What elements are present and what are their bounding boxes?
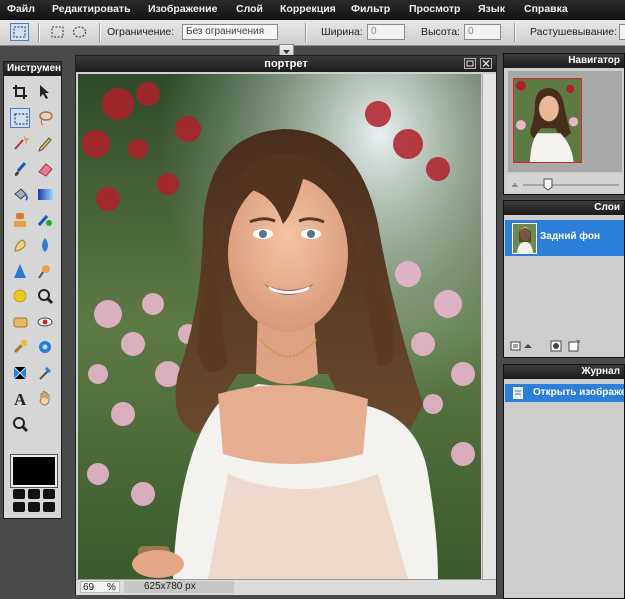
menu-language[interactable]: Язык	[478, 3, 505, 15]
portrait-photo	[78, 74, 481, 579]
ellipse-select-icon[interactable]	[70, 23, 89, 41]
color-replace-icon[interactable]	[35, 210, 55, 230]
menu-edit[interactable]: Редактировать	[52, 3, 131, 15]
new-layer-icon[interactable]	[568, 339, 580, 355]
brush-icon[interactable]	[10, 159, 30, 179]
type-icon[interactable]: A	[10, 388, 30, 408]
smudge-icon[interactable]	[10, 235, 30, 255]
history-item[interactable]: Открыть изображение	[505, 384, 624, 402]
blur-icon[interactable]	[35, 235, 55, 255]
gradient-icon[interactable]	[35, 184, 55, 204]
zoom-value: 69	[83, 582, 95, 593]
menu-layer[interactable]: Слой	[236, 3, 263, 15]
navigator-title: Навигатор	[504, 54, 624, 68]
menu-image[interactable]: Изображение	[148, 3, 217, 15]
vertical-scrollbar[interactable]	[482, 74, 496, 579]
layers-title: Слои	[504, 201, 624, 215]
sponge-icon[interactable]	[10, 312, 30, 332]
document-status-bar: 69 % 625x780 px	[76, 579, 496, 595]
zoom-unit: %	[107, 582, 116, 593]
menu-help[interactable]: Справка	[524, 3, 568, 15]
navigator-thumbnail[interactable]	[513, 78, 582, 163]
eyedropper-icon[interactable]	[35, 363, 55, 383]
menu-view[interactable]: Просмотр	[409, 3, 460, 15]
layers-footer	[508, 339, 623, 353]
svg-text:A: A	[14, 390, 27, 407]
lasso-icon[interactable]	[35, 108, 55, 128]
layer-settings-icon[interactable]	[510, 340, 532, 355]
burn-icon[interactable]	[10, 286, 30, 306]
history-item-label: Открыть изображение	[533, 387, 624, 398]
width-input[interactable]: 0	[367, 24, 405, 40]
height-label: Высота:	[421, 26, 460, 38]
navigator-zoom-bar	[507, 174, 623, 192]
layer-mask-icon[interactable]	[550, 340, 562, 355]
eraser-icon[interactable]	[35, 159, 55, 179]
history-title: Журнал	[504, 365, 624, 379]
feather-label: Растушевывание:	[530, 26, 618, 38]
image-size: 625x780 px	[124, 581, 234, 593]
tools-panel-title: Инструменты	[4, 62, 61, 76]
magic-wand-icon[interactable]	[10, 133, 30, 153]
pencil-icon[interactable]	[35, 133, 55, 153]
menu-bar: Файл Редактировать Изображение Слой Корр…	[0, 0, 625, 20]
width-label: Ширина:	[321, 26, 363, 38]
sharpen-icon[interactable]	[10, 261, 30, 281]
red-eye-icon[interactable]	[35, 312, 55, 332]
document-title: портрет	[76, 56, 496, 72]
layers-panel: Слои Задний фон	[503, 200, 625, 358]
zoom-icon[interactable]	[35, 286, 55, 306]
history-panel: Журнал Открыть изображение	[503, 364, 625, 599]
layer-item[interactable]: Задний фон	[505, 220, 624, 256]
crop-icon[interactable]	[10, 82, 30, 102]
paint-bucket-icon[interactable]	[10, 184, 30, 204]
history-open-icon	[513, 387, 523, 402]
move-icon[interactable]	[35, 82, 55, 102]
clone-stamp-icon[interactable]	[10, 210, 30, 230]
zoom-out-icon[interactable]	[10, 414, 30, 434]
marquee-icon[interactable]	[10, 107, 30, 128]
marquee-tool-icon[interactable]	[10, 23, 29, 41]
height-input[interactable]: 0	[464, 24, 501, 40]
primary-color-swatch[interactable]	[11, 455, 57, 487]
navigator-panel: Навигатор	[503, 53, 625, 195]
pinch-icon[interactable]	[10, 363, 30, 383]
rect-select-icon[interactable]	[48, 23, 67, 41]
image-canvas[interactable]	[78, 74, 481, 579]
tools-panel: Инструменты A	[3, 61, 62, 519]
color-mini-grid	[12, 488, 56, 514]
layer-thumbnail	[512, 223, 537, 254]
layer-name: Задний фон	[540, 231, 601, 242]
menu-file[interactable]: Файл	[7, 3, 35, 15]
document-window: портрет 69 % 625x780 px	[75, 55, 497, 595]
constraint-label: Ограничение:	[107, 26, 175, 38]
dodge-icon[interactable]	[35, 261, 55, 281]
maximize-icon[interactable]	[464, 58, 476, 69]
menu-adjustments[interactable]: Коррекция	[280, 3, 336, 15]
feather-input[interactable]	[619, 24, 625, 40]
hand-icon[interactable]	[35, 388, 55, 408]
zoom-input[interactable]: 69 %	[80, 581, 120, 593]
close-icon[interactable]	[480, 58, 492, 69]
constraint-select[interactable]: Без ограничения	[182, 24, 278, 40]
spot-heal-icon[interactable]	[10, 337, 30, 357]
bloat-icon[interactable]	[35, 337, 55, 357]
options-bar: Ограничение: Без ограничения Ширина: 0 В…	[0, 20, 625, 60]
menu-filter[interactable]: Фильтр	[351, 3, 390, 15]
